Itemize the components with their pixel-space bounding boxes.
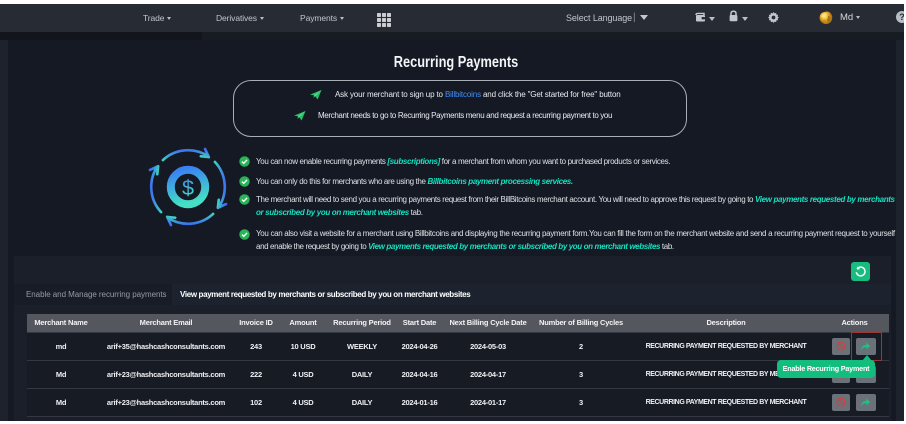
svg-text:$: $	[182, 175, 194, 200]
